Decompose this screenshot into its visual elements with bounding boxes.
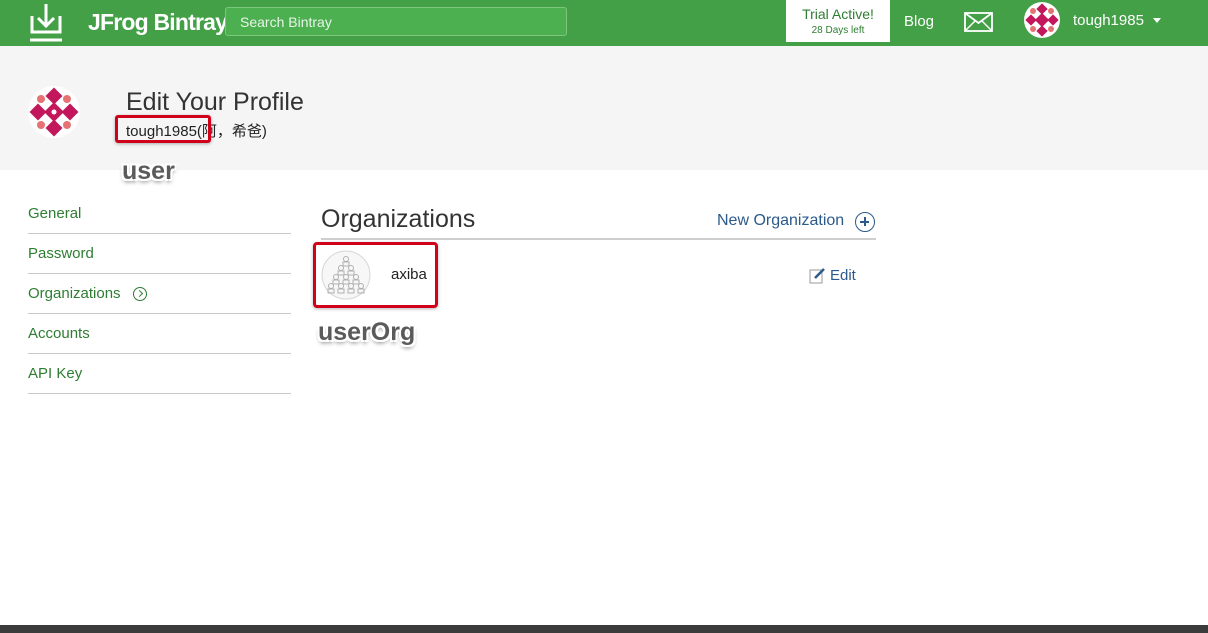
section-title: Organizations — [321, 205, 476, 233]
mail-icon[interactable] — [964, 12, 993, 32]
user-highlight-box — [115, 115, 211, 143]
top-navbar: JFrog Bintray Search Bintray Trial Activ… — [0, 0, 1208, 46]
sidebar-item-general[interactable]: General — [28, 194, 291, 234]
edit-label: Edit — [830, 267, 856, 284]
trial-days-left: 28 Days left — [811, 25, 865, 36]
profile-header: Edit Your Profile tough1985(阿，希爸) — [0, 46, 1208, 170]
pencil-icon — [809, 268, 825, 284]
annotation-user-org: userOrg — [318, 318, 416, 346]
brand-name[interactable]: JFrog Bintray — [88, 9, 228, 36]
sidebar-item-label: Organizations — [28, 285, 121, 302]
search-input[interactable]: Search Bintray — [225, 7, 567, 36]
section-divider — [321, 238, 876, 240]
plus-circle-icon[interactable] — [855, 212, 875, 232]
trial-title: Trial Active! — [802, 6, 874, 22]
new-organization-link[interactable]: New Organization — [717, 212, 844, 230]
sidebar-item-organizations[interactable]: Organizations — [28, 274, 291, 314]
profile-avatar-icon — [28, 86, 80, 138]
page-title: Edit Your Profile — [126, 88, 304, 116]
trial-badge[interactable]: Trial Active! 28 Days left — [786, 0, 890, 42]
sidebar-item-accounts[interactable]: Accounts — [28, 314, 291, 354]
sidebar-item-label: Accounts — [28, 325, 90, 342]
org-highlight-box — [313, 242, 438, 308]
sidebar-item-api-key[interactable]: API Key — [28, 354, 291, 394]
sidebar-item-password[interactable]: Password — [28, 234, 291, 274]
edit-organization-button[interactable]: Edit — [809, 267, 856, 284]
chevron-right-circle-icon — [132, 286, 147, 301]
footer — [0, 625, 1208, 633]
user-menu[interactable]: tough1985 — [1073, 12, 1144, 29]
blog-link[interactable]: Blog — [904, 13, 934, 30]
settings-sidebar: General Password Organizations Accounts … — [28, 194, 291, 394]
annotation-user: user — [122, 157, 175, 185]
sidebar-item-label: Password — [28, 245, 94, 262]
bintray-logo-icon[interactable] — [28, 2, 64, 42]
sidebar-item-label: API Key — [28, 365, 83, 382]
user-avatar-icon[interactable] — [1024, 2, 1060, 38]
sidebar-item-label: General — [28, 205, 82, 222]
chevron-down-icon[interactable] — [1153, 18, 1161, 23]
